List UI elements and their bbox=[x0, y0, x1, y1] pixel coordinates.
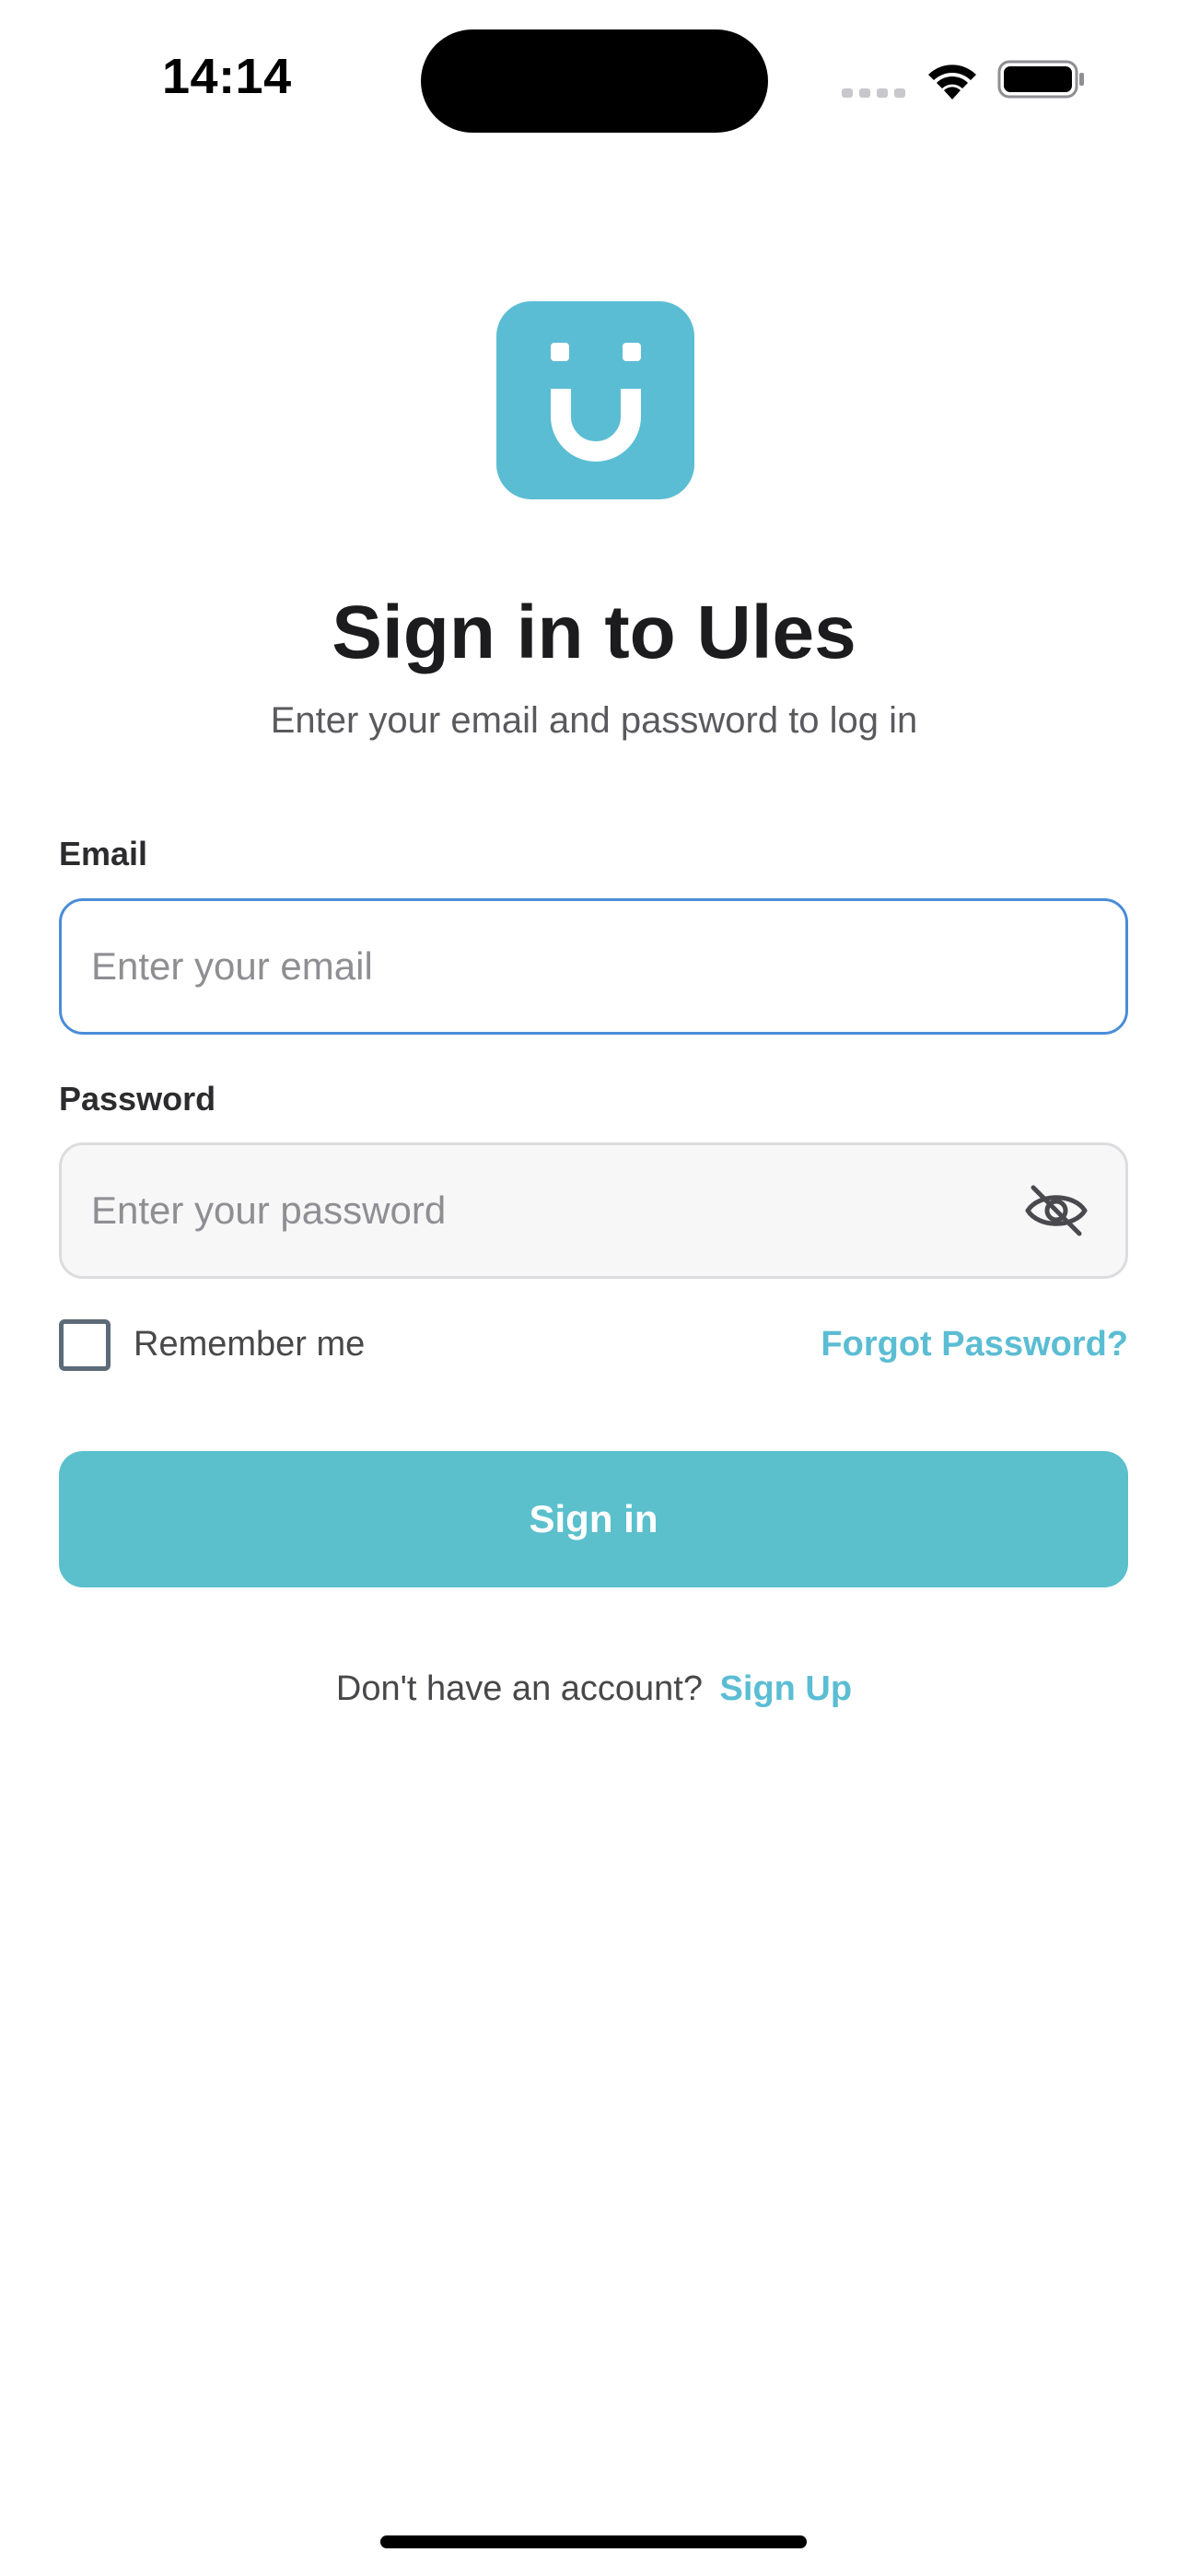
remember-me-label[interactable]: Remember me bbox=[134, 1325, 365, 1364]
eye-off-icon[interactable] bbox=[1024, 1182, 1089, 1239]
wifi-icon bbox=[928, 64, 976, 100]
status-time: 14:14 bbox=[162, 49, 292, 104]
home-indicator[interactable] bbox=[380, 2535, 807, 2548]
remember-me-checkbox[interactable] bbox=[59, 1319, 111, 1371]
sign-in-button-label: Sign in bbox=[529, 1497, 658, 1540]
forgot-password-link[interactable]: Forgot Password? bbox=[821, 1325, 1128, 1364]
password-field-container bbox=[59, 1142, 1128, 1279]
signup-prompt-text: Don't have an account? bbox=[335, 1669, 703, 1708]
email-input[interactable] bbox=[62, 901, 1125, 1032]
signup-prompt: Don't have an account? Sign Up bbox=[0, 1669, 1188, 1709]
smile-u-logo-icon bbox=[551, 343, 641, 462]
sign-in-screen: 14:14 Sign in to Ules Enter your email a… bbox=[0, 0, 1188, 2576]
password-input[interactable] bbox=[62, 1145, 1125, 1276]
page-subtitle: Enter your email and password to log in bbox=[270, 700, 918, 741]
email-label: Email bbox=[59, 835, 148, 872]
sign-in-button[interactable]: Sign in bbox=[59, 1451, 1128, 1587]
password-label: Password bbox=[59, 1080, 216, 1118]
app-logo bbox=[496, 301, 694, 499]
cellular-signal-icon bbox=[842, 88, 905, 98]
email-field-container bbox=[59, 898, 1128, 1035]
battery-icon bbox=[997, 60, 1084, 99]
sign-up-link[interactable]: Sign Up bbox=[720, 1669, 853, 1708]
page-title: Sign in to Ules bbox=[332, 591, 856, 674]
dynamic-island bbox=[421, 29, 768, 133]
